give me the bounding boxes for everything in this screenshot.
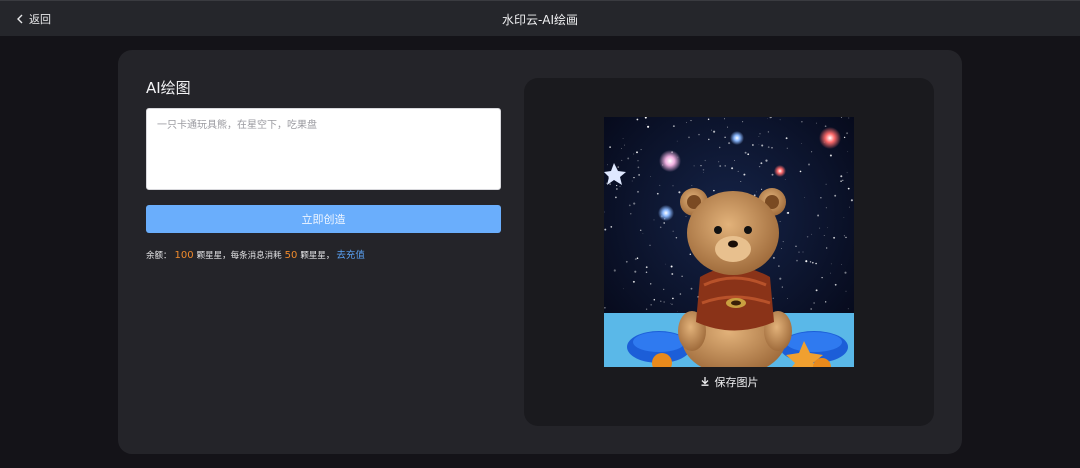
save-image-button[interactable]: 保存图片 bbox=[524, 374, 934, 390]
balance-unit-text: 颗星星，每条消息消耗 bbox=[196, 251, 282, 261]
teddy-bear-image bbox=[604, 117, 854, 367]
section-title: AI绘图 bbox=[146, 79, 191, 97]
main-card: AI绘图 立即创造 余额： 100 颗星星，每条消息消耗 50 颗星星， 去充值 bbox=[118, 50, 962, 454]
download-icon bbox=[700, 376, 710, 389]
prompt-box[interactable] bbox=[146, 108, 501, 190]
create-button[interactable]: 立即创造 bbox=[146, 205, 501, 233]
page-title: 水印云-AI绘画 bbox=[501, 13, 579, 27]
cost-amount: 50 bbox=[284, 250, 298, 261]
balance-info: 余额： 100 颗星星，每条消息消耗 50 颗星星， 去充值 bbox=[146, 247, 365, 261]
save-label: 保存图片 bbox=[714, 376, 759, 389]
cost-unit-text: 颗星星， bbox=[300, 251, 335, 261]
result-panel: 保存图片 bbox=[524, 78, 934, 426]
balance-label: 余额： bbox=[146, 251, 172, 261]
top-bar: 返回 水印云-AI绘画 bbox=[0, 0, 1080, 36]
generated-image bbox=[604, 117, 854, 367]
recharge-link[interactable]: 去充值 bbox=[336, 247, 365, 261]
balance-amount: 100 bbox=[174, 250, 194, 261]
prompt-input[interactable] bbox=[157, 116, 490, 182]
